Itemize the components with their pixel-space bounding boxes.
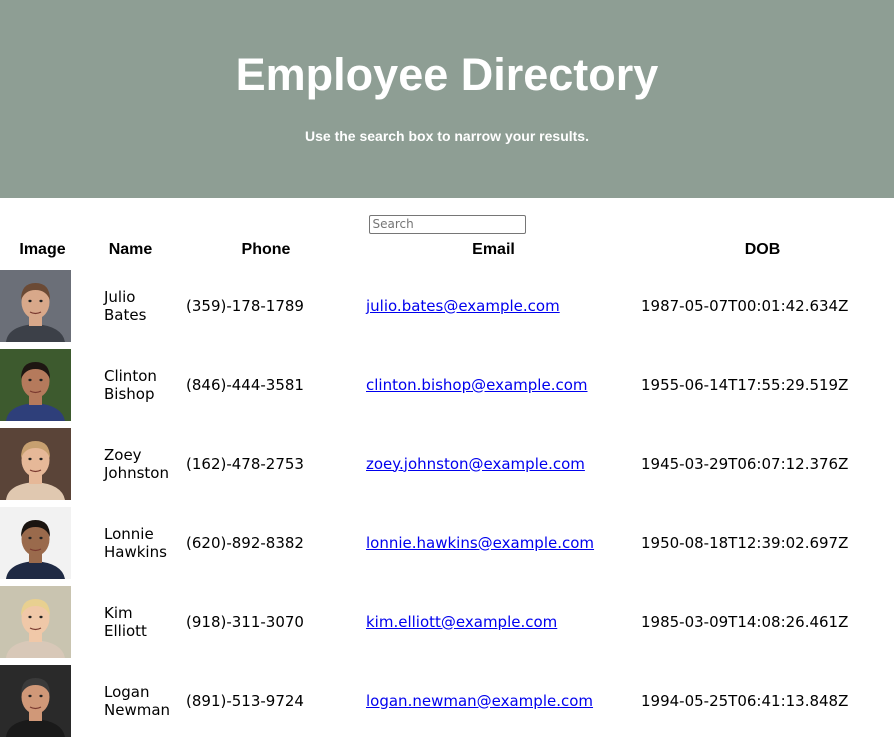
employee-avatar: [0, 506, 71, 579]
column-header-email[interactable]: Email: [356, 234, 631, 266]
phone-cell: (918)-311-3070: [186, 612, 304, 631]
phone-cell: (891)-513-9724: [186, 691, 304, 710]
column-header-image[interactable]: Image: [0, 234, 85, 266]
email-link[interactable]: julio.bates@example.com: [366, 297, 560, 315]
search-bar: [0, 198, 894, 234]
image-cell: [0, 661, 85, 740]
table-row: Zoey Johnston (162)-478-2753 zoey.johnston…: [0, 424, 894, 503]
dob-cell: 1994-05-25T06:41:13.848Z: [641, 691, 849, 710]
email-cell: lonnie.hawkins@example.com: [356, 503, 631, 582]
email-link[interactable]: zoey.johnston@example.com: [366, 455, 585, 473]
image-cell: [0, 424, 85, 503]
email-cell: kim.elliott@example.com: [356, 582, 631, 661]
name-cell: Julio Bates: [104, 287, 147, 324]
employee-table: Image Name Phone Email DOB Julio Bates (3…: [0, 234, 894, 740]
table-header-row: Image Name Phone Email DOB: [0, 234, 894, 266]
image-cell: [0, 503, 85, 582]
email-link[interactable]: lonnie.hawkins@example.com: [366, 534, 594, 552]
phone-cell: (359)-178-1789: [186, 296, 304, 315]
email-link[interactable]: logan.newman@example.com: [366, 692, 593, 710]
phone-cell: (620)-892-8382: [186, 533, 304, 552]
phone-cell: (162)-478-2753: [186, 454, 304, 473]
table-row: Logan Newman (891)-513-9724 logan.newman@e…: [0, 661, 894, 740]
employee-avatar: [0, 269, 71, 342]
dob-cell: 1985-03-09T14:08:26.461Z: [641, 612, 849, 631]
phone-cell: (846)-444-3581: [186, 375, 304, 394]
page-subtitle: Use the search box to narrow your result…: [305, 128, 589, 144]
employee-avatar: [0, 427, 71, 500]
name-cell: Logan Newman: [104, 682, 171, 719]
email-cell: clinton.bishop@example.com: [356, 345, 631, 424]
table-row: Clinton Bishop (846)-444-3581 clinton.bish…: [0, 345, 894, 424]
email-link[interactable]: clinton.bishop@example.com: [366, 376, 588, 394]
image-cell: [0, 582, 85, 661]
email-cell: zoey.johnston@example.com: [356, 424, 631, 503]
employee-avatar: [0, 664, 71, 737]
search-input[interactable]: [368, 214, 526, 234]
image-cell: [0, 266, 85, 345]
table-body: Julio Bates (359)-178-1789 julio.bates@exa…: [0, 266, 894, 740]
dob-cell: 1987-05-07T00:01:42.634Z: [641, 296, 849, 315]
dob-cell: 1950-08-18T12:39:02.697Z: [641, 533, 849, 552]
image-cell: [0, 345, 85, 424]
name-cell: Clinton Bishop: [104, 366, 157, 403]
employee-avatar: [0, 348, 71, 421]
name-cell: Lonnie Hawkins: [104, 524, 167, 561]
table-row: Lonnie Hawkins (620)-892-8382 lonnie.hawki…: [0, 503, 894, 582]
name-cell: Zoey Johnston: [104, 445, 169, 482]
employee-avatar: [0, 585, 71, 658]
column-header-name[interactable]: Name: [85, 234, 176, 266]
name-cell: Kim Elliott: [104, 603, 147, 640]
table-row: Julio Bates (359)-178-1789 julio.bates@exa…: [0, 266, 894, 345]
email-cell: logan.newman@example.com: [356, 661, 631, 740]
table-row: Kim Elliott (918)-311-3070 kim.elliott@exa…: [0, 582, 894, 661]
dob-cell: 1955-06-14T17:55:29.519Z: [641, 375, 849, 394]
column-header-phone[interactable]: Phone: [176, 234, 356, 266]
page-title: Employee Directory: [235, 49, 659, 100]
column-header-dob[interactable]: DOB: [631, 234, 894, 266]
email-cell: julio.bates@example.com: [356, 266, 631, 345]
email-link[interactable]: kim.elliott@example.com: [366, 613, 557, 631]
dob-cell: 1945-03-29T06:07:12.376Z: [641, 454, 849, 473]
page-header: Employee Directory Use the search box to…: [0, 0, 894, 198]
